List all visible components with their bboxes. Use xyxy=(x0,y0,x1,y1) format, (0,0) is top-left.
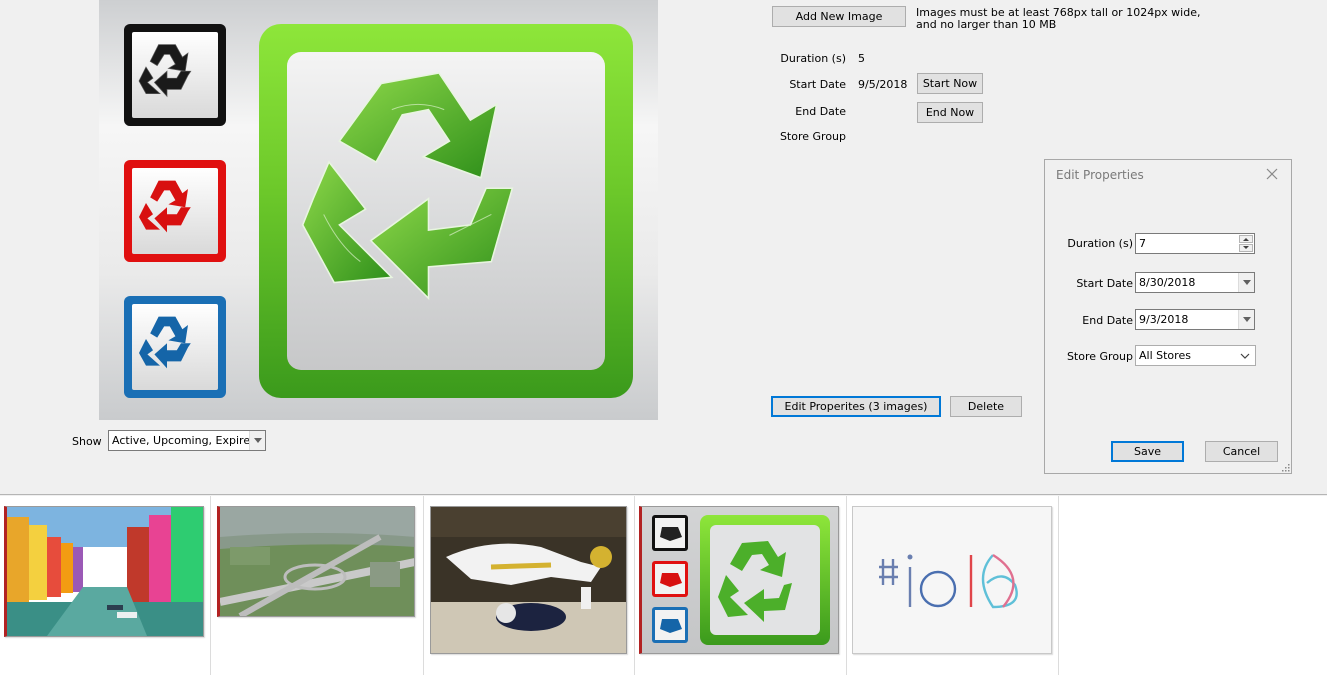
show-filter-label: Show xyxy=(72,435,102,448)
recycle-icon xyxy=(139,180,191,233)
dialog-store-group-select[interactable]: All Stores xyxy=(1135,345,1256,366)
dialog-end-date-value: 9/3/2018 xyxy=(1139,313,1189,326)
thumbnail-recycle-signs[interactable] xyxy=(639,506,839,654)
start-date-value: 9/5/2018 xyxy=(858,78,908,91)
recycle-icon xyxy=(139,316,191,369)
thumbnail-highway-interchange-aerial[interactable] xyxy=(217,506,415,617)
duration-label: Duration (s) xyxy=(780,52,846,65)
image-preview xyxy=(99,0,658,420)
thumbnail-separator xyxy=(1058,496,1059,675)
io16-logo-icon xyxy=(879,553,1018,609)
duration-value: 5 xyxy=(858,52,865,65)
chevron-down-icon[interactable] xyxy=(249,431,265,450)
dialog-store-group-label: Store Group xyxy=(1066,350,1133,363)
thumbnail-separator xyxy=(634,496,635,675)
show-filter-dropdown[interactable]: Active, Upcoming, Expired xyxy=(108,430,266,451)
close-icon[interactable] xyxy=(1265,167,1279,181)
dialog-start-date-value: 8/30/2018 xyxy=(1139,276,1196,289)
chevron-down-icon[interactable] xyxy=(1238,273,1254,292)
dialog-duration-stepper[interactable]: 7 xyxy=(1135,233,1255,254)
dialog-end-date-label: End Date xyxy=(1082,314,1133,327)
thumbnail-strip xyxy=(0,496,1327,675)
store-group-label: Store Group xyxy=(779,130,846,143)
dialog-duration-label: Duration (s) xyxy=(1067,237,1133,250)
recycle-icon xyxy=(301,72,514,301)
add-new-image-button[interactable]: Add New Image xyxy=(772,6,906,27)
dialog-duration-value: 7 xyxy=(1139,237,1146,250)
thumbnail-separator xyxy=(210,496,211,675)
chevron-down-icon xyxy=(1240,353,1250,359)
resize-grip-icon[interactable] xyxy=(1281,463,1290,472)
save-button[interactable]: Save xyxy=(1111,441,1184,462)
thumbnail-football-tackle[interactable] xyxy=(430,506,627,654)
dialog-start-date-label: Start Date xyxy=(1076,277,1133,290)
image-requirements-line2: and no larger than 10 MB xyxy=(916,18,1057,31)
dialog-title: Edit Properties xyxy=(1056,168,1144,182)
cancel-button[interactable]: Cancel xyxy=(1205,441,1278,462)
recycle-sign-blue xyxy=(124,296,226,398)
stepper-up-icon[interactable] xyxy=(1239,235,1253,243)
thumbnail-colorful-canal-houses[interactable] xyxy=(4,506,204,637)
thumbnail-separator xyxy=(846,496,847,675)
end-date-label: End Date xyxy=(795,105,846,118)
dialog-end-date-picker[interactable]: 9/3/2018 xyxy=(1135,309,1255,330)
recycle-icon xyxy=(138,44,192,98)
stepper-down-icon[interactable] xyxy=(1239,244,1253,252)
editor-panel: Add New Image Images must be at least 76… xyxy=(0,0,1327,495)
recycle-sign-black xyxy=(124,24,226,126)
thumbnail-io16-logo[interactable] xyxy=(852,506,1052,654)
edit-properties-button[interactable]: Edit Properites (3 images) xyxy=(771,396,941,417)
start-date-label: Start Date xyxy=(789,78,846,91)
dialog-start-date-picker[interactable]: 8/30/2018 xyxy=(1135,272,1255,293)
start-now-button[interactable]: Start Now xyxy=(917,73,983,94)
thumbnail-separator xyxy=(423,496,424,675)
chevron-down-icon[interactable] xyxy=(1238,310,1254,329)
recycle-sign-green xyxy=(259,24,633,398)
show-filter-value: Active, Upcoming, Expired xyxy=(112,434,258,447)
edit-properties-dialog: Edit Properties Duration (s) 7 Start Dat… xyxy=(1044,159,1292,474)
delete-button[interactable]: Delete xyxy=(950,396,1022,417)
end-now-button[interactable]: End Now xyxy=(917,102,983,123)
recycle-sign-red xyxy=(124,160,226,262)
dialog-store-group-value: All Stores xyxy=(1139,349,1191,362)
